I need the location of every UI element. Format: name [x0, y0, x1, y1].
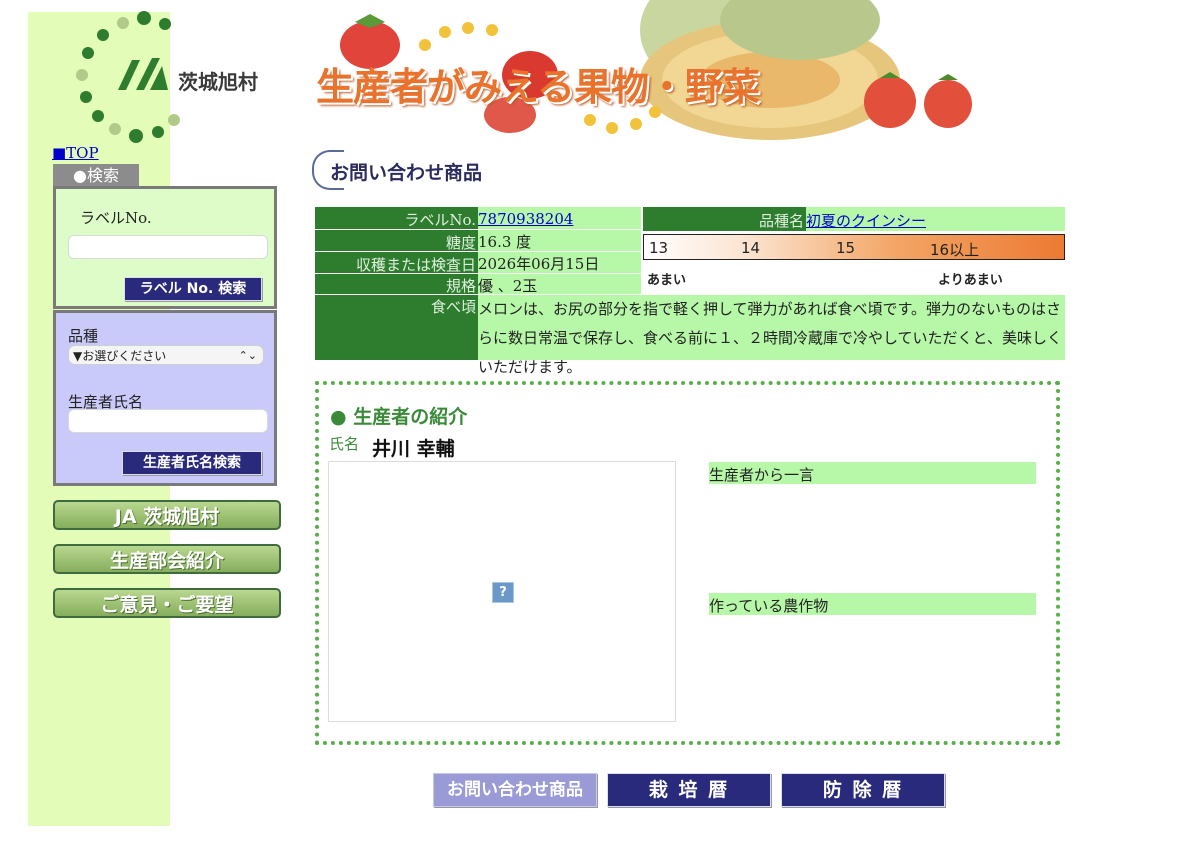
banner-title: 生産者がみえる果物・野菜 — [316, 65, 760, 109]
label-no-link[interactable]: 7870938204 — [478, 210, 573, 228]
header-banner: 生産者がみえる果物・野菜 — [300, 0, 1000, 145]
variety-name-link[interactable]: 初夏のクインシー — [806, 212, 926, 230]
producer-heading: ● 生産者の紹介 — [330, 406, 468, 428]
ja-logo[interactable]: 茨城旭村 — [70, 10, 290, 150]
section-title: お問い合わせ商品 — [312, 150, 482, 190]
ja-mark-icon — [118, 58, 168, 90]
eat-header: 食べ頃 — [315, 295, 478, 360]
producer-search-button[interactable]: 生産者氏名検索 — [122, 451, 262, 475]
scale-tick-14: 14 — [741, 239, 761, 257]
variety-name-cell: 初夏のクインシー — [806, 207, 1065, 231]
label-no-value-cell: 7870938204 — [478, 207, 641, 229]
variety-search-panel: 品種 ▼お選びください ⌃⌄ 生産者氏名 生産者氏名検索 — [53, 310, 277, 486]
chevron-updown-icon: ⌃⌄ — [238, 349, 257, 362]
producer-photo: ? — [328, 461, 676, 722]
variety-label: 品種 — [68, 327, 99, 345]
top-link[interactable]: ■TOP — [52, 144, 99, 162]
producer-name-input[interactable] — [68, 409, 268, 433]
harvest-header: 収穫または検査日 — [315, 252, 478, 274]
grade-header: 規格 — [315, 274, 478, 295]
scale-high-label: よりあまい — [938, 273, 1003, 288]
brand-name: 茨城旭村 — [178, 70, 258, 94]
nav-feedback-button[interactable]: ご意見・ご要望 — [53, 588, 281, 618]
label-no-header: ラベルNo. — [315, 207, 478, 229]
cultivation-calendar-button[interactable]: 栽 培 暦 — [607, 773, 771, 807]
scale-tick-13: 13 — [649, 239, 669, 257]
producer-crops-label: 作っている農作物 — [709, 593, 1036, 615]
label-no-label: ラベルNo. — [80, 209, 152, 227]
scale-tick-16: 16以上 — [930, 241, 980, 259]
variety-select[interactable]: ▼お選びください ⌃⌄ — [68, 345, 264, 365]
inquiry-product-button[interactable]: お問い合わせ商品 — [433, 773, 597, 807]
dotted-ring-icon — [76, 11, 180, 143]
section-title-text: お問い合わせ商品 — [330, 162, 483, 184]
broken-image-icon: ? — [492, 582, 514, 603]
label-search-panel: ラベルNo. ラベル No. 検索 — [53, 186, 277, 309]
sugar-scale: 13 14 15 16以上 — [643, 234, 1065, 260]
producer-name-label-text: 氏名 — [329, 435, 360, 453]
nav-bukai-button[interactable]: 生産部会紹介 — [53, 544, 281, 574]
variety-name-header: 品種名 — [643, 207, 806, 231]
sugar-value: 16.3 度 — [478, 230, 641, 251]
eat-value: メロンは、お尻の部分を指で軽く押して弾力があれば食べ頃です。弾力のないものはさら… — [478, 295, 1065, 376]
label-no-search-button[interactable]: ラベル No. 検索 — [124, 277, 262, 301]
scale-tick-15: 15 — [836, 239, 856, 257]
variety-select-value: ▼お選びください — [73, 349, 167, 363]
grade-value: 優 、2玉 — [478, 274, 641, 295]
nav-ja-button[interactable]: JA 茨城旭村 — [53, 500, 281, 530]
scale-low-label: あまい — [647, 273, 687, 288]
pest-control-calendar-button[interactable]: 防 除 暦 — [781, 773, 945, 807]
producer-message-label: 生産者から一言 — [709, 462, 1036, 484]
label-no-input[interactable] — [68, 235, 268, 259]
harvest-value: 2026年06月15日 — [478, 252, 641, 273]
producer-name: 井川 幸輔 — [372, 438, 455, 460]
sugar-header: 糖度 — [315, 230, 478, 252]
search-tab: ●検索 — [53, 164, 139, 186]
